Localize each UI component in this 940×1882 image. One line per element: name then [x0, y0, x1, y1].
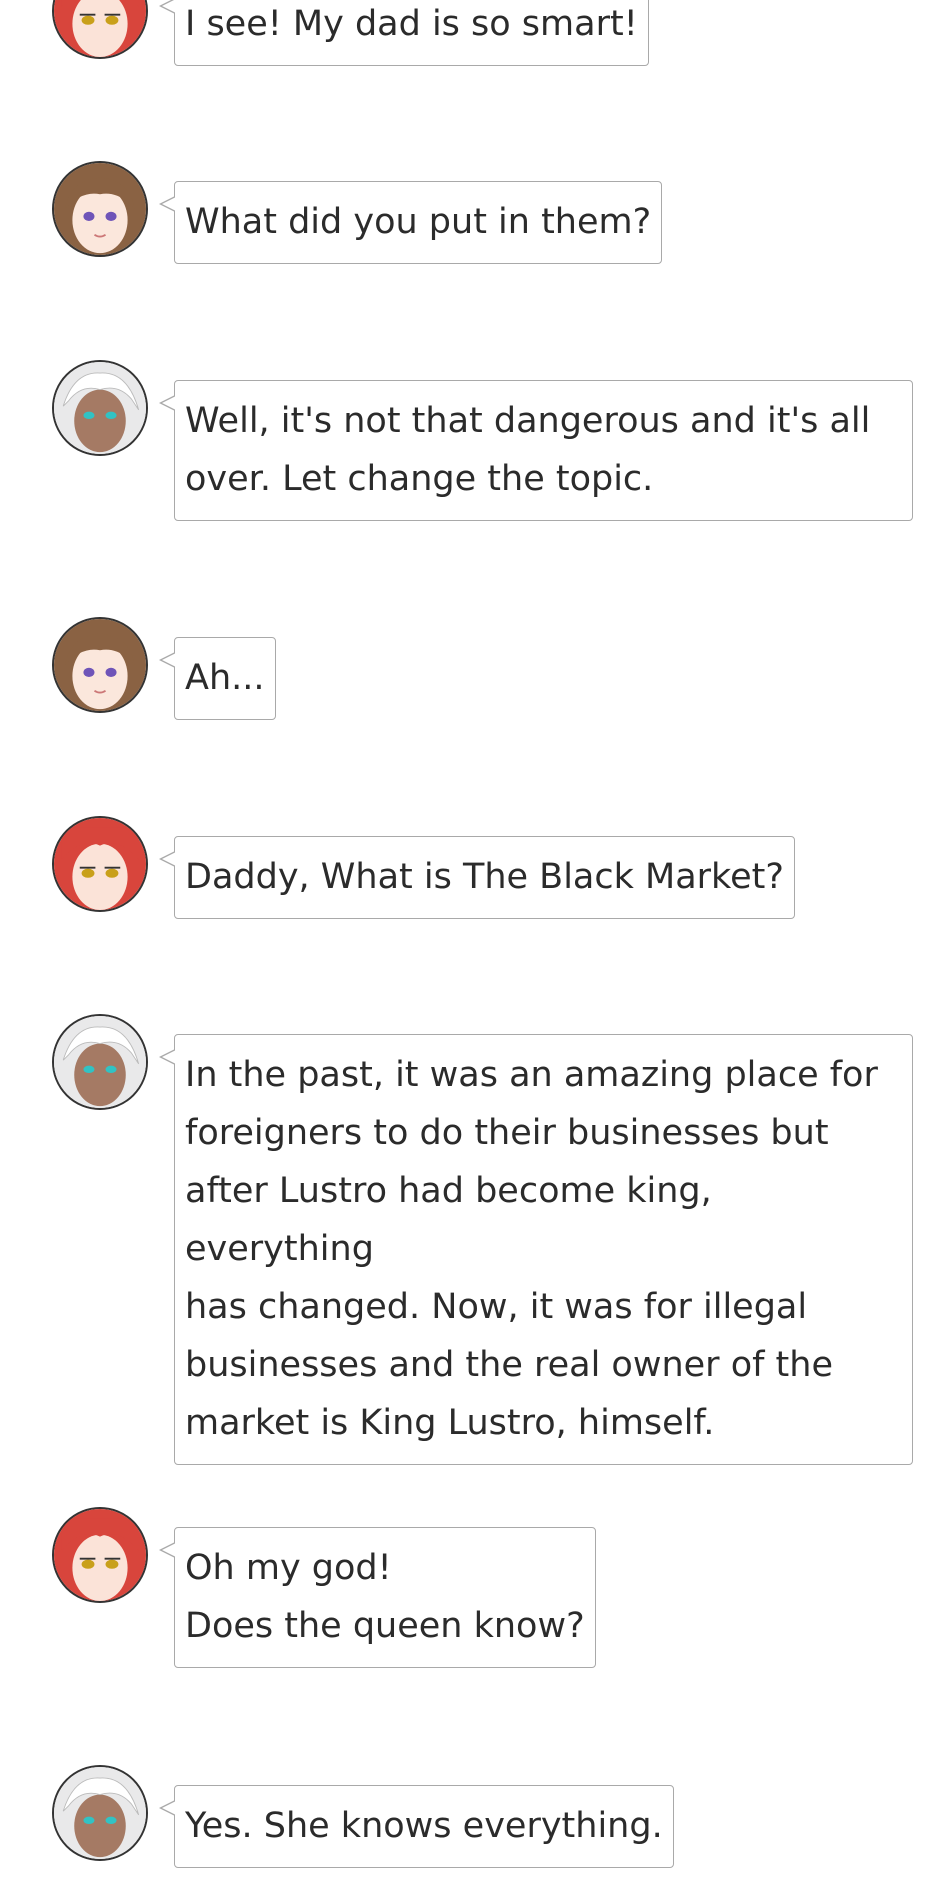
avatar-father[interactable]	[52, 360, 148, 456]
avatar-mother[interactable]	[52, 161, 148, 257]
message-bubble: What did you put in them?	[158, 181, 663, 264]
message-bubble: Ah...	[159, 637, 276, 720]
red-haired-girl-avatar-icon	[54, 818, 146, 910]
message-bubble: Oh my god! Does the queen know?	[159, 1527, 596, 1668]
white-haired-man-avatar-icon	[54, 1767, 146, 1859]
brown-haired-woman-avatar-icon	[54, 619, 146, 711]
avatar-daughter[interactable]	[52, 816, 148, 912]
message-bubble: Yes. She knows everything.	[159, 1785, 674, 1868]
avatar-daughter[interactable]	[52, 1507, 148, 1603]
avatar-father[interactable]	[52, 1765, 148, 1861]
red-haired-girl-avatar-icon	[54, 0, 146, 57]
message-bubble: Well, it's not that dangerous and it's a…	[159, 380, 913, 521]
message-bubble: In the past, it was an amazing place for…	[159, 1034, 913, 1465]
white-haired-man-avatar-icon	[54, 362, 146, 454]
message-bubble: Daddy, What is The Black Market?	[159, 836, 795, 919]
red-haired-girl-avatar-icon	[54, 1509, 146, 1601]
avatar-daughter[interactable]	[52, 0, 148, 59]
avatar-father[interactable]	[52, 1014, 148, 1110]
brown-haired-woman-avatar-icon	[54, 163, 146, 255]
message-bubble: I see! My dad is so smart!	[159, 0, 649, 66]
white-haired-man-avatar-icon	[54, 1016, 146, 1108]
avatar-mother[interactable]	[52, 617, 148, 713]
